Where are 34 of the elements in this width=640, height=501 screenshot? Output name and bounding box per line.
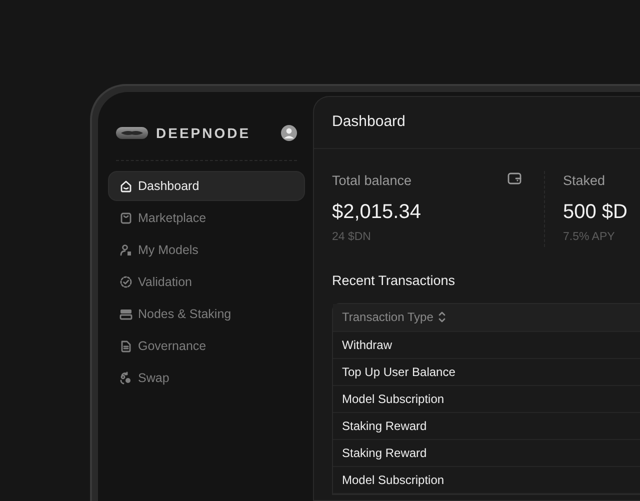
stat-value: $2,015.34	[332, 200, 422, 226]
sort-icon	[437, 311, 448, 324]
document-icon	[119, 339, 133, 353]
nav-item[interactable]: Nodes & Staking	[108, 299, 305, 329]
stat-subtext: 7.5% APY	[563, 230, 616, 246]
table-cell-text: Staking Reward	[342, 444, 427, 462]
stat-subtext: 24 $DN	[332, 230, 372, 246]
table-cell-text: Model Subscription	[342, 390, 444, 408]
table-cell-text: Staking Reward	[342, 418, 427, 435]
column-header[interactable]: Transaction Type	[342, 308, 434, 326]
page-title: Dashboard	[332, 112, 406, 132]
section-title: Recent Transactions	[332, 272, 456, 288]
nav-item[interactable]: Dashboard	[108, 171, 305, 201]
nav-item[interactable]: Swap	[108, 363, 305, 393]
table-cell-text: Withdraw	[342, 336, 392, 354]
wallet-icon	[507, 171, 522, 186]
stat-label: Total balance	[332, 172, 412, 190]
check-circle-icon	[119, 275, 133, 289]
nav-item[interactable]: Validation	[108, 267, 305, 297]
avatar-icon	[281, 125, 297, 141]
stat-value: 500 $D	[563, 200, 628, 226]
logo-icon	[116, 126, 148, 140]
bag-icon	[119, 211, 133, 225]
stat-label: Staked	[563, 172, 606, 190]
nav-item[interactable]: My Models	[108, 235, 305, 265]
nav-item[interactable]: Governance	[108, 331, 305, 361]
table-cell-text: Model Subscription	[342, 472, 444, 489]
user-icon	[119, 243, 133, 257]
nav-item[interactable]: Marketplace	[108, 203, 305, 233]
table-cell-text: Top Up User Balance	[342, 364, 456, 381]
home-icon	[119, 179, 133, 193]
brand-name: DEEPNODE	[156, 124, 251, 142]
server-icon	[119, 307, 133, 321]
swap-icon	[119, 371, 133, 385]
